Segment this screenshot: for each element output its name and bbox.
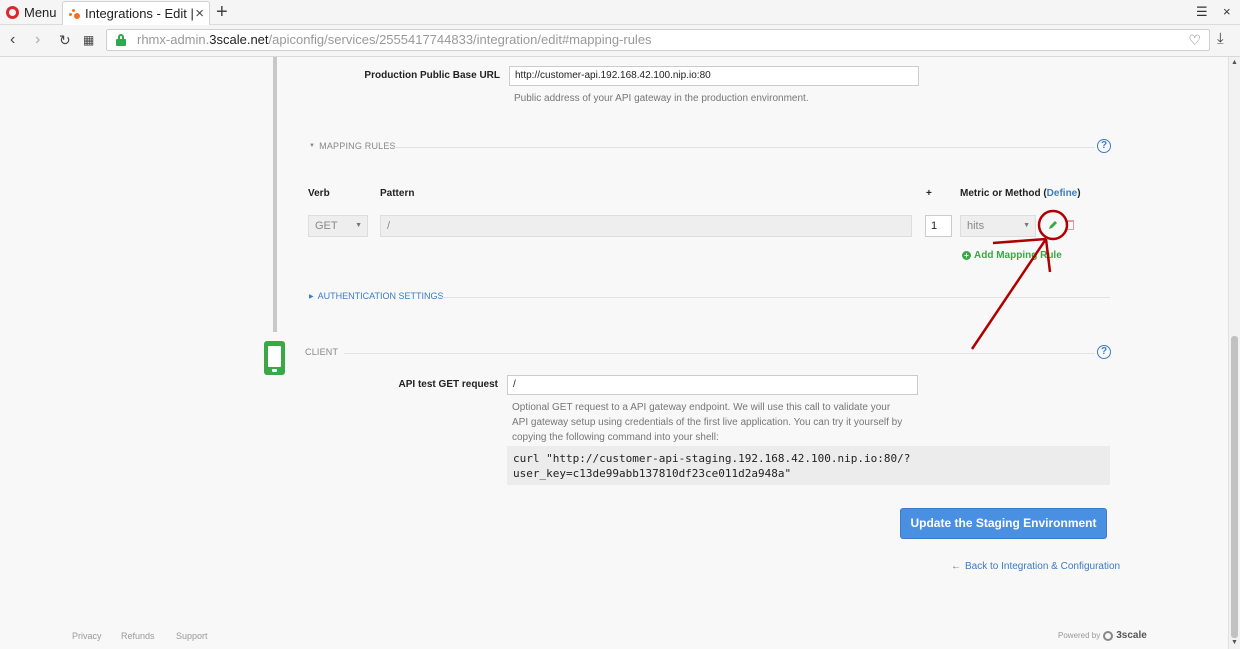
footer-support-link[interactable]: Support bbox=[176, 631, 208, 641]
mapping-rules-help-icon[interactable]: ? bbox=[1097, 139, 1111, 153]
tab-title: Integrations - Edit | 3 bbox=[85, 6, 197, 21]
back-to-integration-link[interactable]: ← Back to Integration & Configuration bbox=[951, 561, 1120, 572]
edit-pencil-icon[interactable] bbox=[1047, 219, 1059, 231]
metric-select[interactable]: hits ▼ bbox=[960, 215, 1036, 237]
3scale-logo-icon bbox=[1103, 630, 1114, 641]
footer-privacy-link[interactable]: Privacy bbox=[72, 631, 102, 641]
browser-menu-button[interactable]: Menu bbox=[6, 3, 57, 22]
api-test-help-line-3: copying the following command into your … bbox=[512, 432, 719, 443]
url-path: /apiconfig/services/2555417744833/integr… bbox=[268, 32, 652, 47]
pattern-column-header: Pattern bbox=[380, 188, 415, 199]
define-metric-link[interactable]: Define bbox=[1047, 188, 1078, 199]
production-url-help: Public address of your API gateway in th… bbox=[514, 93, 809, 104]
metric-header-text: Metric or Method ( bbox=[960, 188, 1047, 199]
secure-lock-icon bbox=[116, 34, 126, 46]
metric-header-close: ) bbox=[1077, 188, 1081, 199]
plus-circle-icon: + bbox=[962, 251, 971, 260]
production-url-input[interactable]: http://customer-api.192.168.42.100.nip.i… bbox=[509, 66, 919, 86]
browser-tab[interactable]: Integrations - Edit | 3 × bbox=[62, 1, 210, 25]
verb-select[interactable]: GET ▼ bbox=[308, 215, 368, 237]
update-staging-button[interactable]: Update the Staging Environment bbox=[900, 508, 1107, 539]
client-heading: CLIENT bbox=[305, 347, 339, 357]
authentication-settings-heading: AUTHENTICATION SETTINGS bbox=[317, 291, 444, 301]
3scale-favicon-icon bbox=[69, 8, 81, 20]
api-test-label: API test GET request bbox=[398, 379, 498, 390]
api-test-help-line-1: Optional GET request to a API gateway en… bbox=[512, 402, 891, 413]
mapping-rules-heading: MAPPING RULES bbox=[319, 141, 396, 151]
add-mapping-rule-link[interactable]: + Add Mapping Rule bbox=[962, 250, 1062, 261]
scrollbar-thumb[interactable] bbox=[1231, 336, 1238, 638]
api-test-input[interactable]: / bbox=[507, 375, 918, 395]
metric-column-header: Metric or Method (Define) bbox=[960, 188, 1081, 199]
pattern-input[interactable]: / bbox=[380, 215, 912, 237]
curl-command-block: curl "http://customer-api-staging.192.16… bbox=[507, 446, 1110, 485]
integration-timeline-bar bbox=[273, 57, 277, 332]
powered-by-label: Powered by bbox=[1058, 631, 1101, 640]
page-scrollbar[interactable]: ▲ ▼ bbox=[1228, 57, 1240, 649]
dropdown-caret-icon: ▼ bbox=[355, 222, 362, 229]
window-close-icon[interactable]: × bbox=[1223, 4, 1231, 19]
verb-column-header: Verb bbox=[308, 188, 330, 199]
new-tab-button[interactable]: + bbox=[216, 1, 228, 23]
opera-logo-icon bbox=[6, 6, 19, 19]
forward-icon[interactable]: › bbox=[35, 31, 40, 49]
back-link-label: Back to Integration & Configuration bbox=[965, 561, 1121, 572]
speed-dial-icon[interactable]: ▦ bbox=[83, 33, 94, 47]
add-mapping-rule-label: Add Mapping Rule bbox=[974, 250, 1062, 261]
back-icon[interactable]: ‹ bbox=[10, 31, 15, 49]
browser-tab-bar: Menu Integrations - Edit | 3 × + ☰ × bbox=[0, 0, 1240, 25]
browser-easy-setup-icon[interactable]: ☰ bbox=[1196, 4, 1208, 20]
url-prefix: rhmx-admin. bbox=[137, 32, 210, 47]
powered-by-3scale[interactable]: Powered by 3scale bbox=[1058, 630, 1147, 641]
caret-right-icon: ▶ bbox=[309, 293, 314, 300]
delete-trash-icon[interactable] bbox=[1066, 220, 1074, 230]
delta-input[interactable]: 1 bbox=[925, 215, 952, 237]
section-divider bbox=[392, 147, 1095, 148]
caret-down-icon: ▼ bbox=[309, 143, 316, 149]
scroll-down-arrow-icon[interactable]: ▼ bbox=[1231, 639, 1238, 646]
scroll-up-arrow-icon[interactable]: ▲ bbox=[1231, 59, 1238, 66]
verb-value: GET bbox=[315, 220, 338, 232]
url-host: 3scale.net bbox=[209, 32, 269, 47]
bookmark-heart-icon[interactable]: ♡ bbox=[1188, 30, 1201, 50]
footer-refunds-link[interactable]: Refunds bbox=[121, 631, 155, 641]
download-icon[interactable]: ⤓ bbox=[1217, 30, 1224, 47]
curl-line-2: user_key=c13de99abb137810df23ce011d2a948… bbox=[513, 467, 792, 480]
production-url-label: Production Public Base URL bbox=[364, 70, 500, 81]
client-help-icon[interactable]: ? bbox=[1097, 345, 1111, 359]
mapping-rules-toggle[interactable]: ▼ MAPPING RULES bbox=[309, 141, 396, 151]
url-input[interactable]: rhmx-admin.3scale.net/apiconfig/services… bbox=[106, 29, 1210, 51]
tab-close-icon[interactable]: × bbox=[195, 5, 204, 22]
authentication-settings-toggle[interactable]: ▶ AUTHENTICATION SETTINGS bbox=[309, 291, 443, 301]
mobile-phone-icon bbox=[264, 341, 285, 375]
3scale-brand: 3scale bbox=[1116, 630, 1147, 641]
browser-menu-label: Menu bbox=[24, 5, 57, 20]
reload-icon[interactable]: ↻ bbox=[59, 32, 71, 49]
dropdown-caret-icon: ▼ bbox=[1023, 222, 1030, 229]
arrow-left-icon: ← bbox=[951, 561, 961, 572]
api-test-help-line-2: API gateway setup using credentials of t… bbox=[512, 417, 903, 428]
delta-column-header: + bbox=[926, 188, 932, 199]
curl-line-1: curl "http://customer-api-staging.192.16… bbox=[513, 452, 911, 465]
address-bar-row: ‹ › ↻ ▦ rhmx-admin.3scale.net/apiconfig/… bbox=[0, 25, 1240, 57]
section-divider bbox=[440, 297, 1110, 298]
section-divider bbox=[344, 353, 1095, 354]
metric-value: hits bbox=[967, 220, 985, 232]
